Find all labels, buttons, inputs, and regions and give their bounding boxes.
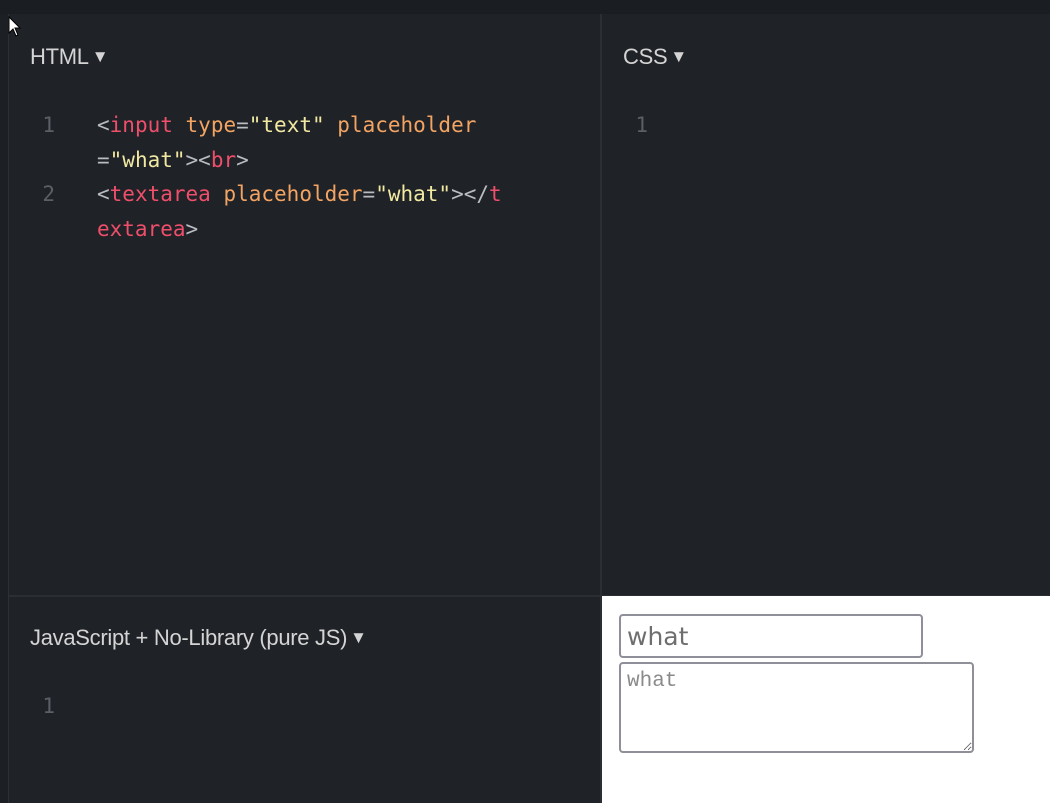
dropdown-arrow-icon: ▼	[91, 47, 109, 66]
code-line[interactable]: 1	[602, 108, 1050, 143]
html-panel-title: HTML	[30, 44, 89, 69]
code-line[interactable]: 1 <input type="text" placeholder="what"><…	[9, 108, 507, 177]
code-token-tag: textarea	[109, 182, 211, 206]
line-number: 1	[635, 113, 648, 137]
code-token-punc: ><	[185, 147, 211, 172]
code-token-punc	[173, 113, 186, 137]
css-language-dropdown[interactable]: CSS ▼	[623, 44, 687, 70]
code-line[interactable]: 1	[9, 689, 507, 724]
code-token-punc: <	[97, 182, 110, 206]
code-token-attr: placeholder	[223, 182, 363, 206]
code-token-punc: =	[236, 113, 249, 137]
js-code-editor[interactable]: 1	[9, 689, 507, 724]
code-token-punc: <	[97, 113, 110, 137]
code-token-attr: placeholder	[337, 113, 477, 137]
html-editor-panel: HTML ▼ 1 <input type="text" placeholder="w…	[9, 14, 600, 595]
html-code-editor[interactable]: 1 <input type="text" placeholder="what"><…	[9, 108, 507, 246]
code-token-str: "what"	[375, 182, 452, 206]
dropdown-arrow-icon: ▼	[350, 628, 367, 647]
code-token-tag: br	[210, 147, 237, 172]
horizontal-resize-handle[interactable]	[9, 595, 600, 597]
code-token-str: "what"	[109, 147, 186, 172]
code-token-punc: >	[185, 216, 199, 241]
css-panel-title: CSS	[623, 44, 668, 69]
code-token-tag: input	[109, 113, 173, 137]
line-number: 1	[42, 694, 55, 718]
line-number: 1	[42, 113, 55, 137]
js-panel-title: JavaScript + No-Library (pure JS)	[30, 625, 348, 650]
code-token-punc: =	[97, 147, 110, 172]
code-text: <textarea placeholder="what"></textarea>	[97, 177, 507, 246]
top-bar	[0, 0, 1050, 14]
code-line[interactable]: 2 <textarea placeholder="what"></textarea…	[9, 177, 507, 246]
line-number: 2	[42, 182, 55, 206]
code-token-punc	[325, 113, 338, 137]
code-token-str: "text"	[248, 113, 325, 137]
code-token-punc: >	[236, 147, 249, 172]
code-token-punc	[211, 182, 224, 206]
preview-textarea[interactable]	[619, 662, 974, 753]
code-text: <input type="text" placeholder="what"><b…	[97, 108, 507, 177]
result-preview	[602, 596, 1050, 803]
mouse-cursor-icon	[8, 16, 22, 37]
js-language-dropdown[interactable]: JavaScript + No-Library (pure JS) ▼	[30, 625, 367, 651]
css-editor-panel: CSS ▼ 1	[602, 14, 1050, 595]
code-token-attr: type	[185, 113, 237, 137]
html-language-dropdown[interactable]: HTML ▼	[30, 44, 109, 70]
code-token-punc: =	[362, 182, 376, 206]
js-editor-panel: JavaScript + No-Library (pure JS) ▼ 1	[9, 597, 600, 803]
code-token-punc: ></	[451, 182, 489, 206]
dropdown-arrow-icon: ▼	[670, 47, 687, 66]
css-code-editor[interactable]: 1	[602, 108, 1050, 143]
preview-text-input[interactable]	[619, 614, 923, 658]
left-edge-bar	[0, 14, 9, 803]
